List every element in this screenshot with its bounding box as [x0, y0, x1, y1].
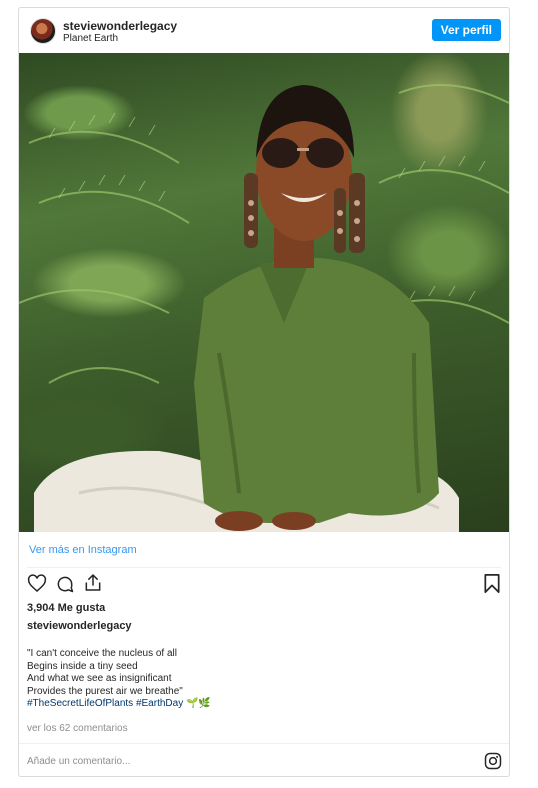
footer-divider [19, 743, 509, 744]
header-username[interactable]: steviewonderlegacy [63, 19, 177, 33]
share-icon[interactable] [83, 572, 103, 593]
instagram-embed-card: steviewonderlegacy Planet Earth Ver perf… [18, 7, 510, 777]
hashtags[interactable]: #TheSecretLifeOfPlants #EarthDay [27, 698, 183, 709]
view-comments-link[interactable]: ver los 62 comentarios [27, 723, 128, 734]
caption-line: And what we see as insignificant [27, 673, 172, 684]
avatar[interactable] [30, 18, 56, 44]
caption-line: Provides the purest air we breathe" [27, 685, 183, 697]
caption: "I can't conceive the nucleus of all Beg… [27, 648, 211, 711]
likes-count[interactable]: 3,904 Me gusta [27, 602, 105, 614]
caption-author[interactable]: steviewonderlegacy [27, 620, 132, 632]
emoji: 🌱🌿 [185, 698, 211, 709]
instagram-icon[interactable] [484, 752, 502, 770]
comment-icon[interactable] [55, 574, 75, 594]
view-profile-button[interactable]: Ver perfil [431, 19, 501, 41]
post-photo[interactable] [19, 53, 509, 532]
heart-icon[interactable] [27, 574, 47, 593]
add-comment-input[interactable]: Añade un comentario... [27, 756, 130, 767]
bookmark-icon[interactable] [483, 573, 501, 594]
header-location[interactable]: Planet Earth [63, 33, 118, 44]
caption-line: Begins inside a tiny seed [27, 660, 138, 672]
caption-hashtag-line: #TheSecretLifeOfPlants #EarthDay 🌱🌿 [27, 698, 211, 711]
post-header: steviewonderlegacy Planet Earth Ver perf… [19, 8, 509, 53]
view-more-link[interactable]: Ver más en Instagram [29, 544, 137, 556]
caption-line: "I can't conceive the nucleus of all [27, 648, 177, 659]
divider [27, 567, 501, 568]
photo-illustration [19, 84, 509, 532]
